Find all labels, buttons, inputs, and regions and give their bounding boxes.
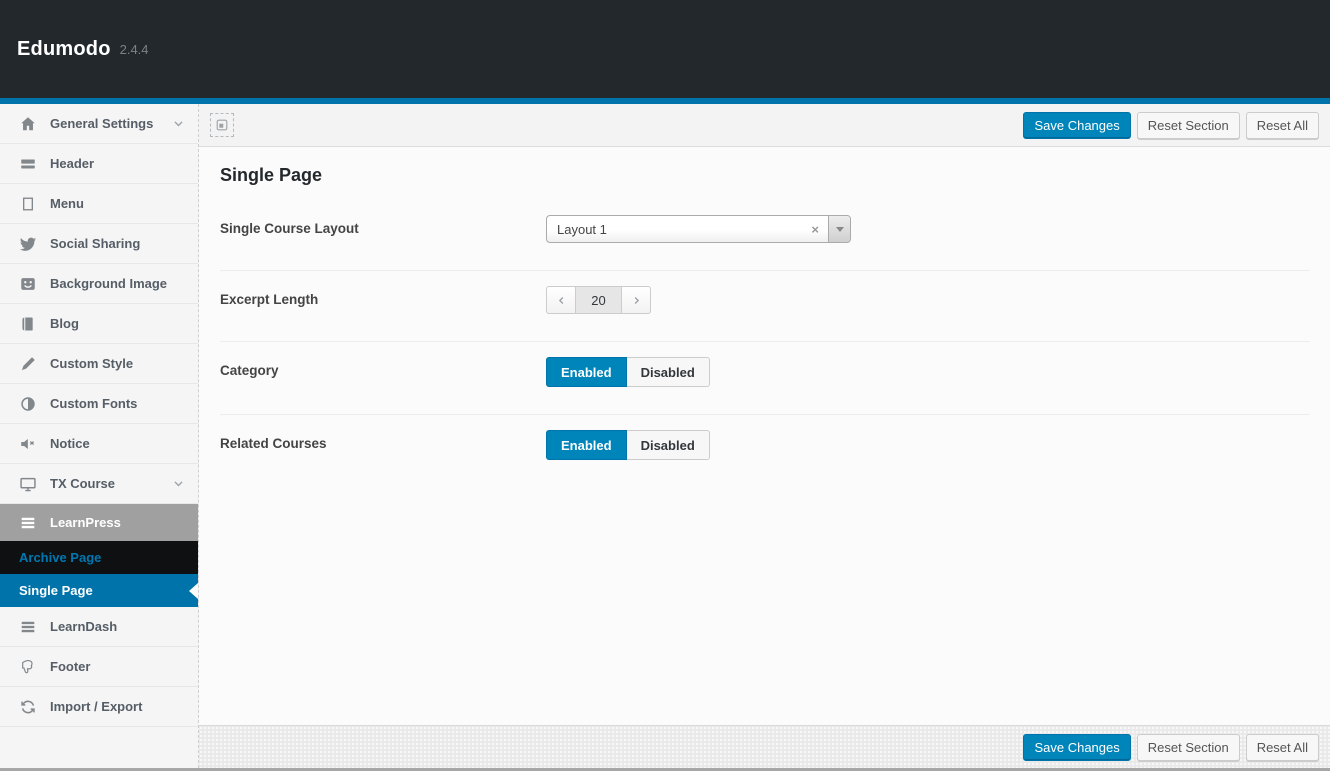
excerpt-length-input[interactable] [575,286,622,314]
category-enabled-button[interactable]: Enabled [546,357,627,387]
sidebar-item-learnpress[interactable]: LearnPress [0,504,198,541]
field-label: Related Courses [220,430,546,451]
save-changes-button-bottom[interactable]: Save Changes [1023,734,1130,761]
caret-down-icon [836,227,844,236]
brand-version: 2.4.4 [120,42,149,57]
content-area: Save Changes Reset Section Reset All Sin… [199,104,1330,768]
sidebar-item-menu[interactable]: Menu [0,184,198,224]
sidebar-item-label: Blog [50,316,79,331]
brush-icon [18,354,38,374]
expand-options-button[interactable] [210,113,234,137]
header-layout-icon [18,154,38,174]
page-title: Single Page [220,165,1310,186]
sidebar-item-footer[interactable]: Footer [0,647,198,687]
contrast-icon [18,394,38,414]
field-row-category: Category Enabled Disabled [220,342,1310,415]
chevron-down-icon [172,117,185,130]
reset-section-button[interactable]: Reset Section [1137,112,1240,139]
reset-all-button-bottom[interactable]: Reset All [1246,734,1319,761]
reset-section-button-bottom[interactable]: Reset Section [1137,734,1240,761]
sidebar-item-header[interactable]: Header [0,144,198,184]
sidebar-item-label: LearnDash [50,619,117,634]
reset-all-button[interactable]: Reset All [1246,112,1319,139]
brand-header: Edumodo 2.4.4 [0,0,1330,98]
sidebar-item-label: Footer [50,659,90,674]
sidebar-subitem-archive-page[interactable]: Archive Page [0,541,198,574]
brand-title: Edumodo [17,38,111,61]
related-courses-toggle-group: Enabled Disabled [546,430,710,460]
field-label: Single Course Layout [220,215,546,236]
sidebar-item-label: Import / Export [50,699,142,714]
sidebar-item-custom-fonts[interactable]: Custom Fonts [0,384,198,424]
sidebar-item-label: Custom Fonts [50,396,137,411]
select-dropdown-arrow[interactable] [828,216,850,242]
sidebar-item-label: General Settings [50,116,153,131]
list-icon [18,513,38,533]
sidebar-item-label: LearnPress [50,515,121,530]
category-toggle-group: Enabled Disabled [546,357,710,387]
field-row-related-courses: Related Courses Enabled Disabled [220,415,1310,487]
stepper-decrement-button[interactable] [546,286,575,314]
sidebar-item-label: Social Sharing [50,236,140,251]
chevron-down-icon [172,477,185,490]
field-row-single-course-layout: Single Course Layout Layout 1 × [220,212,1310,271]
background-image-icon [18,274,38,294]
refresh-icon [18,697,38,717]
field-row-excerpt-length: Excerpt Length [220,271,1310,342]
active-item-notch [189,583,198,599]
top-toolbar: Save Changes Reset Section Reset All [199,104,1330,147]
sidebar-item-label: Background Image [50,276,167,291]
book-icon [18,314,38,334]
clear-selection-icon[interactable]: × [802,222,828,237]
single-course-layout-select[interactable]: Layout 1 × [546,215,851,243]
mute-speaker-icon [18,434,38,454]
related-courses-disabled-button[interactable]: Disabled [627,430,710,460]
sidebar-item-custom-style[interactable]: Custom Style [0,344,198,384]
sidebar-item-label: Header [50,156,94,171]
sidebar-item-general-settings[interactable]: General Settings [0,104,198,144]
hand-icon [18,657,38,677]
related-courses-enabled-button[interactable]: Enabled [546,430,627,460]
field-label: Excerpt Length [220,286,546,307]
sidebar-item-blog[interactable]: Blog [0,304,198,344]
settings-sidebar: General Settings Header Menu Social Shar… [0,104,199,768]
sidebar-item-social-sharing[interactable]: Social Sharing [0,224,198,264]
sidebar-item-background-image[interactable]: Background Image [0,264,198,304]
sidebar-item-notice[interactable]: Notice [0,424,198,464]
stepper-increment-button[interactable] [622,286,651,314]
bottom-toolbar: Save Changes Reset Section Reset All [199,725,1330,768]
settings-panel: Single Page Single Course Layout Layout … [199,147,1330,725]
save-changes-button[interactable]: Save Changes [1023,112,1130,139]
sidebar-subitem-label: Single Page [19,583,93,598]
desktop-icon [18,474,38,494]
sidebar-subitem-label: Archive Page [19,550,101,565]
sidebar-item-label: Menu [50,196,84,211]
sidebar-item-label: TX Course [50,476,115,491]
sidebar-item-learndash[interactable]: LearnDash [0,607,198,647]
sidebar-subitem-single-page[interactable]: Single Page [0,574,198,607]
sidebar-item-tx-course[interactable]: TX Course [0,464,198,504]
category-disabled-button[interactable]: Disabled [627,357,710,387]
select-value: Layout 1 [547,222,802,237]
excerpt-length-stepper [546,286,651,314]
sidebar-item-import-export[interactable]: Import / Export [0,687,198,727]
menu-square-icon [18,194,38,214]
home-icon [18,114,38,134]
sidebar-item-label: Custom Style [50,356,133,371]
sidebar-item-label: Notice [50,436,90,451]
field-label: Category [220,357,546,378]
list-icon [18,617,38,637]
twitter-icon [18,234,38,254]
